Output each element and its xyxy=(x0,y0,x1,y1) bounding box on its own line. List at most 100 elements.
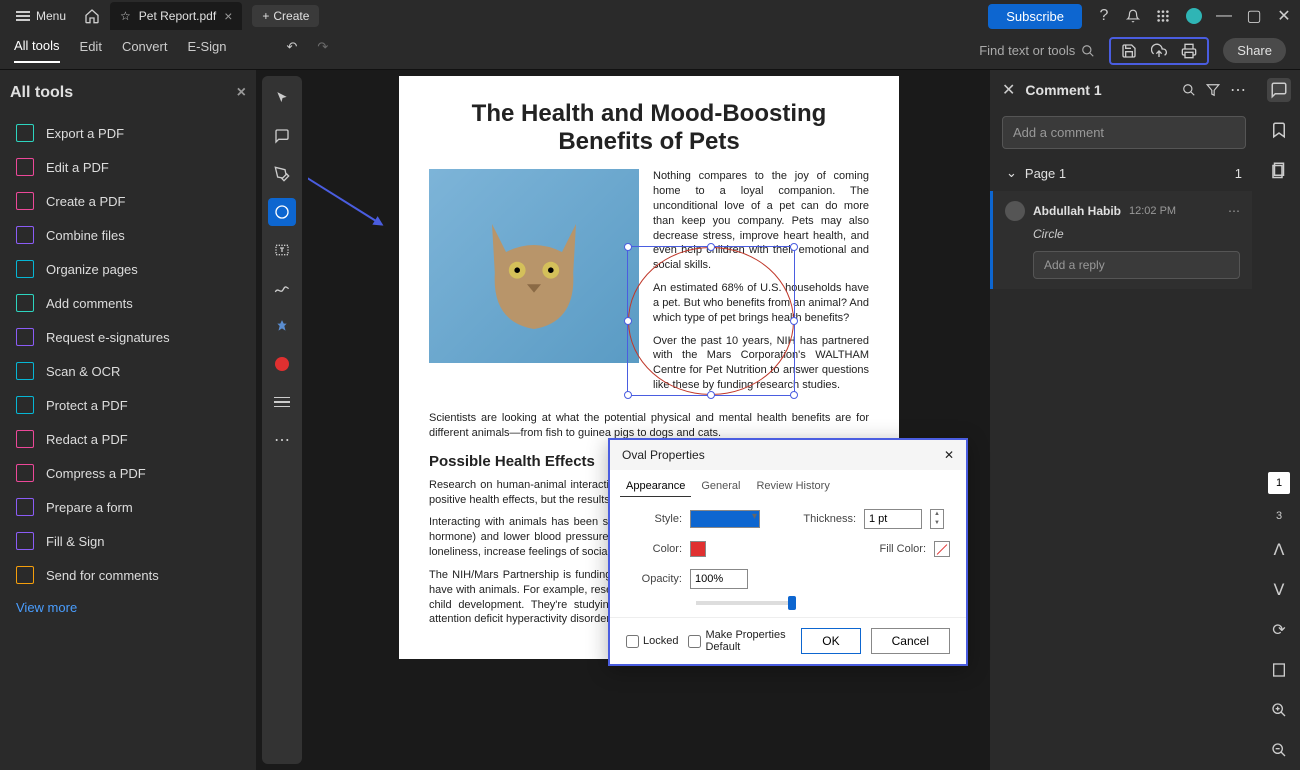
view-more-link[interactable]: View more xyxy=(10,592,246,623)
maximize-button[interactable]: ▢ xyxy=(1246,6,1262,26)
slider-thumb[interactable] xyxy=(788,596,796,610)
comments-more-icon[interactable]: ⋯ xyxy=(1230,80,1246,100)
thickness-input[interactable] xyxy=(864,509,922,529)
resize-handle-s[interactable] xyxy=(707,391,715,399)
dialog-close-button[interactable]: ✕ xyxy=(944,448,954,462)
undo-button[interactable]: ↶ xyxy=(287,39,298,63)
menu-button[interactable]: Menu xyxy=(8,5,74,27)
resize-handle-n[interactable] xyxy=(707,243,715,251)
cancel-button[interactable]: Cancel xyxy=(871,628,950,654)
subscribe-button[interactable]: Subscribe xyxy=(988,4,1082,29)
tab-all-tools[interactable]: All tools xyxy=(14,38,60,63)
all-tools-panel: All tools × Export a PDFEdit a PDFCreate… xyxy=(0,70,256,770)
tool-item-11[interactable]: Prepare a form xyxy=(10,490,246,524)
select-tool[interactable] xyxy=(268,84,296,112)
minimize-button[interactable]: — xyxy=(1216,7,1232,25)
color-swatch[interactable] xyxy=(690,541,706,557)
resize-handle-e[interactable] xyxy=(790,317,798,325)
close-comments-button[interactable]: ✕ xyxy=(1002,80,1015,100)
bookmark-icon[interactable] xyxy=(1267,118,1291,142)
opacity-slider[interactable] xyxy=(696,601,796,605)
document-tab[interactable]: ☆ Pet Report.pdf × xyxy=(110,2,242,30)
add-comment-input[interactable]: Add a comment xyxy=(1002,116,1246,149)
close-panel-button[interactable]: × xyxy=(237,84,246,102)
pages-icon[interactable] xyxy=(1267,158,1291,182)
share-button[interactable]: Share xyxy=(1223,38,1286,63)
pin-tool[interactable] xyxy=(268,312,296,340)
comment-more-button[interactable]: ⋯ xyxy=(1228,204,1240,218)
make-default-checkbox[interactable]: Make Properties Default xyxy=(688,629,791,653)
tool-item-5[interactable]: Add comments xyxy=(10,286,246,320)
style-select[interactable] xyxy=(690,510,760,528)
resize-handle-ne[interactable] xyxy=(790,243,798,251)
comment-item[interactable]: Abdullah Habib 12:02 PM ⋯ Circle Add a r… xyxy=(990,191,1252,289)
tool-item-8[interactable]: Protect a PDF xyxy=(10,388,246,422)
tab-esign[interactable]: E-Sign xyxy=(187,39,226,62)
resize-handle-sw[interactable] xyxy=(624,391,632,399)
avatar[interactable] xyxy=(1186,8,1202,24)
tool-label: Protect a PDF xyxy=(46,398,128,413)
page-down-icon[interactable]: ᐯ xyxy=(1267,578,1291,602)
help-icon[interactable]: ? xyxy=(1096,7,1112,25)
tab-close-button[interactable]: × xyxy=(224,8,232,24)
ok-button[interactable]: OK xyxy=(801,628,860,654)
oval-annotation[interactable] xyxy=(627,246,795,396)
tab-review-history[interactable]: Review History xyxy=(750,476,835,497)
bell-icon[interactable] xyxy=(1126,9,1142,23)
zoom-out-icon[interactable] xyxy=(1267,738,1291,762)
opacity-input[interactable] xyxy=(690,569,748,589)
thickness-spinner[interactable]: ▲▼ xyxy=(930,509,944,529)
arrow-annotation xyxy=(308,160,382,225)
cloud-icon[interactable] xyxy=(1151,43,1167,59)
comment-tool[interactable] xyxy=(268,122,296,150)
tab-edit[interactable]: Edit xyxy=(80,39,102,62)
find-input[interactable]: Find text or tools xyxy=(979,43,1095,58)
create-button[interactable]: + Create xyxy=(252,5,319,27)
resize-handle-w[interactable] xyxy=(624,317,632,325)
save-icon[interactable] xyxy=(1121,43,1137,59)
filter-icon[interactable] xyxy=(1206,83,1220,97)
color-swatch[interactable] xyxy=(268,350,296,378)
tool-item-9[interactable]: Redact a PDF xyxy=(10,422,246,456)
tool-item-1[interactable]: Edit a PDF xyxy=(10,150,246,184)
tool-item-7[interactable]: Scan & OCR xyxy=(10,354,246,388)
current-page[interactable]: 1 xyxy=(1268,472,1290,494)
zoom-in-icon[interactable] xyxy=(1267,698,1291,722)
fill-color-swatch[interactable] xyxy=(934,541,950,557)
close-window-button[interactable]: ✕ xyxy=(1276,6,1292,26)
dialog-titlebar[interactable]: Oval Properties ✕ xyxy=(610,440,966,470)
comments-toggle-icon[interactable] xyxy=(1267,78,1291,102)
page-up-icon[interactable]: ᐱ xyxy=(1267,538,1291,562)
tool-item-4[interactable]: Organize pages xyxy=(10,252,246,286)
thickness-label: Thickness: xyxy=(800,513,856,525)
resize-handle-nw[interactable] xyxy=(624,243,632,251)
reply-input[interactable]: Add a reply xyxy=(1033,251,1240,279)
home-button[interactable] xyxy=(84,8,100,24)
page-group-header[interactable]: ⌄Page 1 1 xyxy=(990,155,1258,191)
tool-item-3[interactable]: Combine files xyxy=(10,218,246,252)
draw-tool[interactable] xyxy=(268,274,296,302)
locked-checkbox[interactable]: Locked xyxy=(626,635,678,648)
tool-item-10[interactable]: Compress a PDF xyxy=(10,456,246,490)
tool-item-13[interactable]: Send for comments xyxy=(10,558,246,592)
text-box-tool[interactable] xyxy=(268,236,296,264)
tool-item-12[interactable]: Fill & Sign xyxy=(10,524,246,558)
stroke-tool[interactable] xyxy=(268,388,296,416)
print-icon[interactable] xyxy=(1181,43,1197,59)
tool-item-6[interactable]: Request e-signatures xyxy=(10,320,246,354)
apps-icon[interactable] xyxy=(1156,9,1172,23)
tool-item-0[interactable]: Export a PDF xyxy=(10,116,246,150)
oval-tool[interactable] xyxy=(268,198,296,226)
highlight-tool[interactable] xyxy=(268,160,296,188)
tab-convert[interactable]: Convert xyxy=(122,39,168,62)
fit-icon[interactable] xyxy=(1267,658,1291,682)
resize-handle-se[interactable] xyxy=(790,391,798,399)
redo-button[interactable]: ↷ xyxy=(317,39,328,63)
tool-item-2[interactable]: Create a PDF xyxy=(10,184,246,218)
search-comments-icon[interactable] xyxy=(1182,83,1196,97)
main-toolbar: All tools Edit Convert E-Sign ↶ ↷ Find t… xyxy=(0,32,1300,70)
tab-appearance[interactable]: Appearance xyxy=(620,476,691,497)
tab-general[interactable]: General xyxy=(695,476,746,497)
more-tools[interactable]: ⋯ xyxy=(268,426,296,454)
rotate-icon[interactable]: ⟳ xyxy=(1267,618,1291,642)
